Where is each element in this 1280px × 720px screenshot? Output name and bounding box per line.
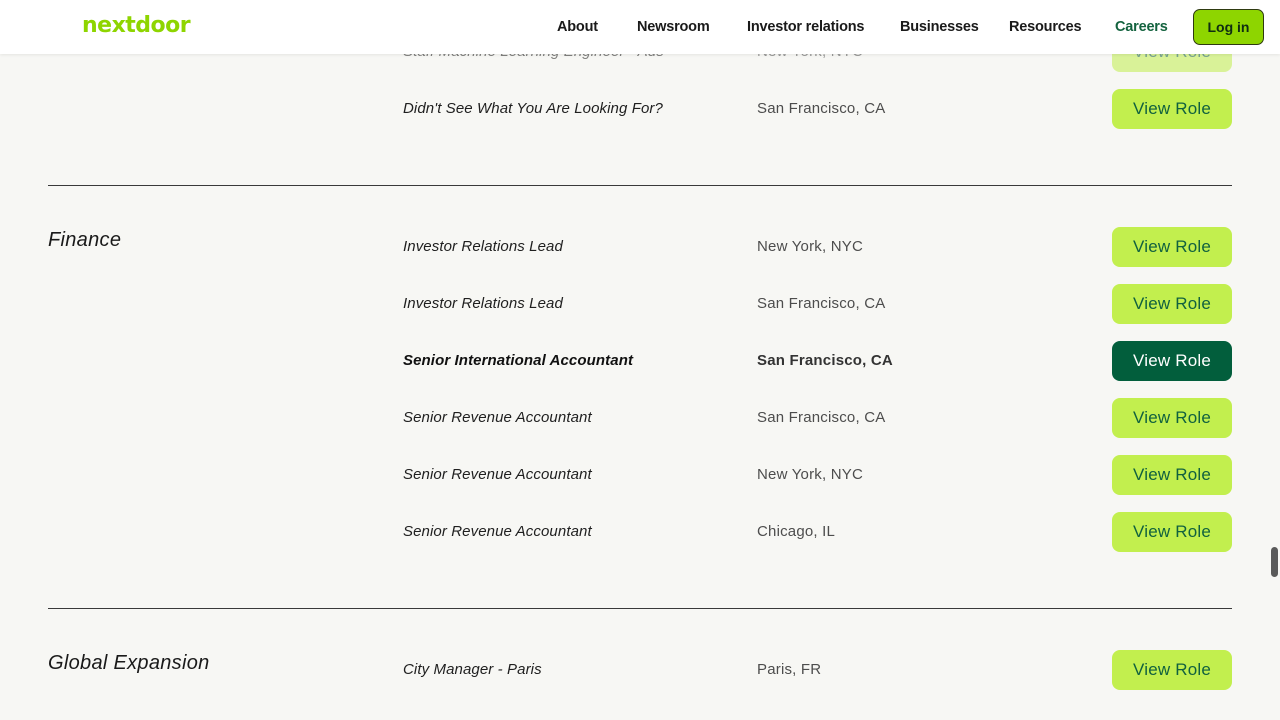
view-role-button[interactable]: View Role: [1112, 227, 1232, 267]
view-role-button[interactable]: View Role: [1112, 650, 1232, 690]
job-location: San Francisco, CA: [757, 295, 886, 312]
job-location: New York, NYC: [757, 238, 863, 255]
job-location: New York, NYC: [757, 466, 863, 483]
nav-businesses[interactable]: Businesses: [900, 19, 979, 35]
view-role-button[interactable]: View Role: [1112, 512, 1232, 552]
job-location: Chicago, IL: [757, 523, 836, 540]
nav-resources[interactable]: Resources: [1009, 19, 1082, 35]
section-divider: [48, 185, 1232, 186]
job-title[interactable]: Didn't See What You Are Looking For?: [403, 100, 663, 117]
scrollbar-thumb[interactable]: [1271, 547, 1278, 577]
careers-job-list: View Role Staff Machine Learning Enginee…: [0, 0, 1280, 720]
view-role-button[interactable]: View Role: [1112, 284, 1232, 324]
job-title[interactable]: Investor Relations Lead: [403, 238, 563, 255]
top-navbar: nextdoor About Newsroom Investor relatio…: [0, 0, 1280, 54]
login-button[interactable]: Log in: [1193, 9, 1264, 45]
job-location: San Francisco, CA: [757, 100, 886, 117]
job-title[interactable]: Senior Revenue Accountant: [403, 523, 592, 540]
job-title[interactable]: Investor Relations Lead: [403, 295, 563, 312]
nav-investor-relations[interactable]: Investor relations: [747, 19, 864, 35]
job-title[interactable]: City Manager - Paris: [403, 661, 542, 678]
view-role-button[interactable]: View Role: [1112, 398, 1232, 438]
job-location: Paris, FR: [757, 661, 822, 678]
section-divider: [48, 608, 1232, 609]
view-role-button-hovered[interactable]: View Role: [1112, 341, 1232, 381]
nav-careers[interactable]: Careers: [1115, 19, 1168, 35]
nav-newsroom[interactable]: Newsroom: [637, 19, 710, 35]
view-role-button[interactable]: View Role: [1112, 89, 1232, 129]
nav-about[interactable]: About: [557, 19, 598, 35]
job-title[interactable]: Senior Revenue Accountant: [403, 466, 592, 483]
view-role-button[interactable]: View Role: [1112, 455, 1232, 495]
job-location: San Francisco, CA: [757, 352, 893, 369]
department-heading-finance: Finance: [48, 229, 122, 251]
department-heading-global-expansion: Global Expansion: [48, 652, 210, 674]
nextdoor-logo[interactable]: nextdoor: [82, 13, 191, 38]
job-location: San Francisco, CA: [757, 409, 886, 426]
job-title-hovered[interactable]: Senior International Accountant: [403, 352, 633, 369]
job-title[interactable]: Senior Revenue Accountant: [403, 409, 592, 426]
